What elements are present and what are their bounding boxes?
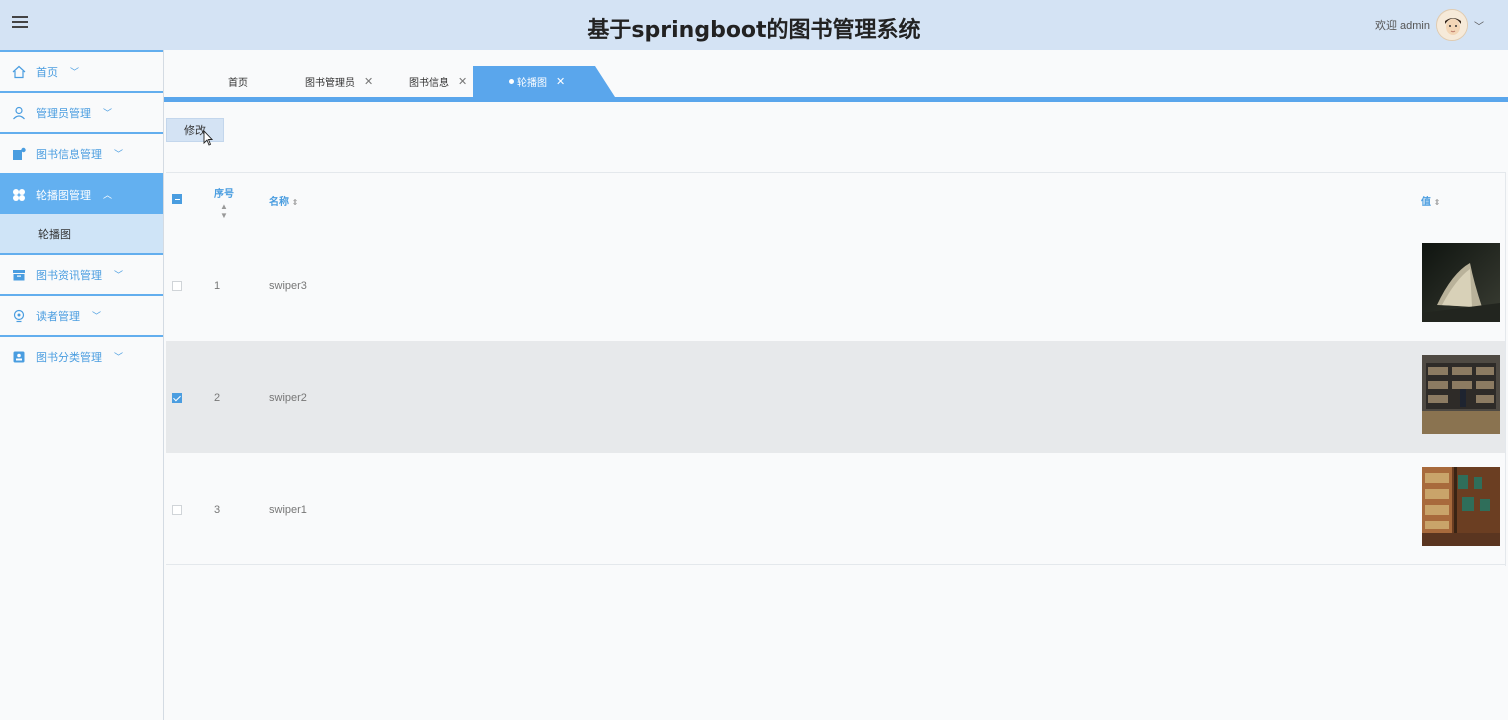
top-header: 基于springboot的图书管理系统 欢迎 admin ﹀: [0, 0, 1508, 50]
home-icon: [12, 65, 26, 79]
tab-label: 图书管理员: [305, 78, 355, 89]
sidebar-item-label: 图书信息管理: [36, 148, 102, 161]
row-name: swiper3: [269, 280, 307, 292]
thumbnail-book-image[interactable]: [1422, 243, 1500, 322]
tab-label: 首页: [228, 78, 248, 89]
edit-button[interactable]: 修改: [166, 118, 224, 142]
sidebar-item-home[interactable]: 首页 ﹀: [0, 50, 163, 91]
table-row[interactable]: 1 swiper3: [166, 229, 1506, 341]
sidebar: 首页 ﹀ 管理员管理 ﹀ 图书信息管理 ﹀ 轮播图管理 ︿ 轮播图 图书资讯管理…: [0, 50, 164, 720]
user-icon: [12, 106, 26, 120]
table-right-border: [1505, 173, 1506, 566]
reader-icon: [12, 309, 26, 323]
row-checkbox[interactable]: [172, 393, 182, 403]
table-header: 序号 ▲ ▼ 名称 ⇕ 值 ⇕: [166, 173, 1506, 229]
mouse-pointer-icon: [203, 130, 213, 146]
column-header-value[interactable]: 值 ⇕: [1421, 193, 1440, 208]
row-index: 2: [214, 392, 221, 404]
column-header-name[interactable]: 名称 ⇕: [269, 193, 298, 208]
tab-label: 轮播图: [517, 78, 547, 89]
chevron-down-icon: ﹀: [114, 270, 124, 280]
chevron-down-icon: ﹀: [92, 311, 102, 321]
sidebar-item-news[interactable]: 图书资讯管理 ﹀: [0, 253, 163, 294]
row-checkbox[interactable]: [172, 505, 182, 515]
sidebar-item-label: 轮播图管理: [36, 189, 91, 202]
thumbnail-bookshelf-image[interactable]: [1422, 467, 1500, 546]
sort-icon[interactable]: ⇕: [292, 198, 299, 207]
user-menu[interactable]: 欢迎 admin ﹀: [1375, 6, 1484, 44]
chevron-down-icon[interactable]: ﹀: [1474, 18, 1484, 33]
tab-book-info[interactable]: 图书信息 ✕: [409, 66, 467, 97]
tab-librarian[interactable]: 图书管理员 ✕: [305, 66, 373, 97]
sidebar-item-label: 读者管理: [36, 310, 80, 323]
row-index: 3: [214, 504, 221, 516]
select-all-checkbox[interactable]: [172, 194, 182, 204]
row-index: 1: [214, 280, 221, 292]
sidebar-item-category[interactable]: 图书分类管理 ﹀: [0, 335, 163, 376]
sidebar-item-label: 图书分类管理: [36, 351, 102, 364]
sidebar-item-label: 管理员管理: [36, 107, 91, 120]
row-name: swiper1: [269, 504, 307, 516]
row-name: swiper2: [269, 392, 307, 404]
tab-label: 图书信息: [409, 78, 449, 89]
chevron-down-icon: ﹀: [114, 149, 124, 159]
thumbnail-library-image[interactable]: [1422, 355, 1500, 434]
tabs-bar: 首页 图书管理员 ✕ 图书信息 ✕ 轮播图 ✕: [164, 66, 1508, 102]
category-icon: [12, 350, 26, 364]
table-row[interactable]: 2 swiper2: [166, 341, 1506, 453]
carousel-icon: [12, 188, 26, 202]
sort-icon[interactable]: ⇕: [1434, 198, 1441, 207]
close-icon[interactable]: ✕: [556, 75, 565, 88]
tab-home[interactable]: 首页: [228, 66, 248, 97]
sidebar-item-carousel[interactable]: 轮播图管理 ︿: [0, 173, 163, 214]
sidebar-item-reader[interactable]: 读者管理 ﹀: [0, 294, 163, 335]
column-header-index[interactable]: 序号 ▲ ▼: [214, 185, 234, 220]
sidebar-subitem-carousel[interactable]: 轮播图: [0, 214, 163, 253]
active-dot-icon: [509, 79, 514, 84]
carousel-table: 序号 ▲ ▼ 名称 ⇕ 值 ⇕ 1 swiper3 2 swiper2 3 sw…: [166, 172, 1506, 566]
book-info-icon: [12, 147, 26, 161]
page-title: 基于springboot的图书管理系统: [587, 18, 921, 43]
tab-carousel[interactable]: 轮播图 ✕: [473, 66, 616, 97]
sort-icon[interactable]: ▲ ▼: [214, 202, 234, 220]
welcome-text: 欢迎 admin: [1374, 20, 1430, 32]
chevron-down-icon: ﹀: [70, 67, 80, 77]
row-checkbox[interactable]: [172, 281, 182, 291]
sidebar-item-book-info[interactable]: 图书信息管理 ﹀: [0, 132, 163, 173]
sidebar-item-label: 图书资讯管理: [36, 269, 102, 282]
avatar[interactable]: [1436, 9, 1468, 41]
sidebar-item-label: 首页: [36, 66, 58, 79]
table-row[interactable]: 3 swiper1: [166, 453, 1506, 565]
news-icon: [12, 268, 26, 282]
close-icon[interactable]: ✕: [364, 75, 373, 88]
chevron-up-icon: ︿: [103, 190, 113, 200]
chevron-down-icon: ﹀: [103, 108, 113, 118]
close-icon[interactable]: ✕: [458, 75, 467, 88]
sidebar-item-admin[interactable]: 管理员管理 ﹀: [0, 91, 163, 132]
chevron-down-icon: ﹀: [114, 352, 124, 362]
